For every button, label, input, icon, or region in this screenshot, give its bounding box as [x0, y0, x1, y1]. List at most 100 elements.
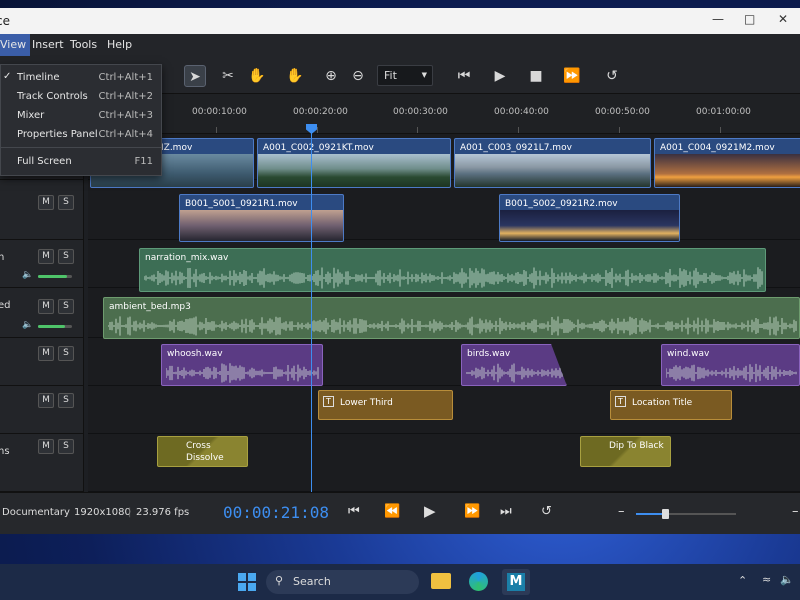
menu-item-timeline[interactable]: ✓ Timeline Ctrl+Alt+1: [1, 69, 161, 87]
menu-item-label: Track Controls: [17, 91, 88, 102]
menu-item-full-screen[interactable]: Full Screen F11: [1, 153, 161, 171]
maximize-icon[interactable]: □: [744, 12, 755, 26]
sfx-clip[interactable]: whoosh.wav: [161, 344, 323, 386]
ruler-tick: [216, 127, 217, 133]
taskbar: ⚲ Search M ⌃ ≈ 🔈: [0, 564, 800, 600]
video-clip[interactable]: A001_C003_0921L7.mov: [454, 138, 651, 188]
zoom-in-icon[interactable]: –: [792, 504, 799, 519]
menu-item-mixer[interactable]: Mixer Ctrl+Alt+3: [1, 107, 161, 125]
solo-button[interactable]: S: [58, 299, 74, 314]
playhead[interactable]: [311, 126, 312, 492]
play-icon[interactable]: ▶: [424, 502, 436, 520]
fast-forward-icon[interactable]: ⏩: [464, 504, 480, 519]
solo-button[interactable]: S: [58, 195, 74, 210]
menu-tools[interactable]: Tools: [70, 38, 97, 51]
volume-slider[interactable]: [38, 325, 72, 328]
clip-name: Location Title: [632, 398, 693, 408]
mute-button[interactable]: M: [38, 346, 54, 361]
clip-name: Lower Third: [340, 398, 393, 408]
select-tool-icon[interactable]: ➤: [184, 65, 206, 87]
menu-view[interactable]: View: [0, 34, 31, 56]
edge-browser-icon[interactable]: [469, 572, 488, 591]
track-header-sfx: M S: [0, 338, 84, 386]
next-edit-icon[interactable]: ⏭: [500, 504, 512, 519]
transition-clip[interactable]: Dip To Black: [580, 436, 671, 467]
stop-icon[interactable]: ■: [525, 65, 547, 87]
view-menu-dropdown: ✓ Timeline Ctrl+Alt+1 Track Controls Ctr…: [0, 64, 162, 176]
zoom-slider-thumb[interactable]: [662, 509, 669, 519]
mute-button[interactable]: M: [38, 299, 54, 314]
menu-divider: [1, 147, 161, 148]
file-explorer-icon[interactable]: [431, 573, 451, 589]
sfx-clip[interactable]: birds.wav: [461, 344, 567, 386]
grab-tool-icon[interactable]: ✋: [284, 65, 306, 87]
frame-rate: 23.976 fps: [136, 507, 190, 518]
go-to-start-icon[interactable]: ⏮: [453, 65, 475, 87]
zoom-select[interactable]: Fit ▼: [377, 65, 433, 86]
video-clip[interactable]: A001_C002_0921KT.mov: [257, 138, 451, 188]
mute-button[interactable]: M: [38, 393, 54, 408]
track-name: n: [0, 252, 5, 263]
title-clip[interactable]: T Location Title: [610, 390, 732, 420]
clip-name: ambient_bed.mp3: [109, 302, 191, 312]
menu-bar: View Insert Tools Help: [0, 34, 800, 56]
time-ruler[interactable]: 00:00:10:00 00:00:20:00 00:00:30:00 00:0…: [88, 94, 800, 134]
wifi-icon[interactable]: ≈: [762, 573, 771, 586]
clip-thumbnail: [180, 210, 343, 241]
transition-clip[interactable]: Cross Dissolve: [157, 436, 248, 467]
solo-button[interactable]: S: [58, 346, 74, 361]
project-name: Documentary: [2, 507, 70, 518]
loop-icon[interactable]: ↺: [601, 65, 623, 87]
menu-insert[interactable]: Insert: [32, 38, 64, 51]
minimize-icon[interactable]: —: [712, 12, 724, 26]
zoom-out-icon[interactable]: –: [618, 504, 625, 519]
mute-button[interactable]: M: [38, 249, 54, 264]
ruler-label: 00:00:40:00: [494, 107, 549, 117]
menu-help[interactable]: Help: [107, 38, 132, 51]
loop-icon[interactable]: ↺: [541, 504, 552, 519]
title-bar: ce — □ ✕: [0, 8, 800, 34]
menu-item-properties-panel[interactable]: Properties Panel Ctrl+Alt+4: [1, 126, 161, 144]
fast-forward-icon[interactable]: ⏩: [561, 65, 583, 87]
solo-button[interactable]: S: [58, 249, 74, 264]
title-clip[interactable]: T Lower Third: [318, 390, 453, 420]
track-headers: M S n M S 🔈 ed M S 🔈 M S M S ns M S: [0, 134, 84, 492]
menu-shortcut: Ctrl+Alt+3: [98, 110, 153, 121]
solo-button[interactable]: S: [58, 393, 74, 408]
ruler-label: 00:01:00:00: [696, 107, 751, 117]
sfx-clip[interactable]: wind.wav: [661, 344, 800, 386]
clip-thumbnail: [258, 154, 450, 187]
zoom-in-icon[interactable]: ⊕: [320, 65, 342, 87]
volume-slider[interactable]: [38, 275, 72, 278]
chevron-up-icon[interactable]: ⌃: [738, 574, 747, 587]
editor-app-taskbar-button[interactable]: M: [502, 569, 530, 595]
track-name: ns: [0, 446, 10, 457]
hand-tool-icon[interactable]: ✋: [246, 65, 268, 87]
audio-clip[interactable]: ambient_bed.mp3: [103, 297, 800, 339]
mute-button[interactable]: M: [38, 195, 54, 210]
zoom-slider[interactable]: [636, 509, 736, 519]
clip-name: narration_mix.wav: [145, 253, 229, 263]
previous-edit-icon[interactable]: ⏮: [348, 504, 360, 519]
play-icon[interactable]: ▶: [489, 65, 511, 87]
mute-button[interactable]: M: [38, 439, 54, 454]
ruler-tick: [720, 127, 721, 133]
video-clip[interactable]: B001_S001_0921R1.mov: [179, 194, 344, 242]
track-header-transitions: ns M S: [0, 434, 84, 492]
rewind-icon[interactable]: ⏪: [384, 504, 400, 519]
audio-clip[interactable]: narration_mix.wav: [139, 248, 766, 292]
close-icon[interactable]: ✕: [778, 12, 788, 26]
waveform: [108, 316, 797, 336]
menu-shortcut: F11: [134, 156, 153, 167]
solo-button[interactable]: S: [58, 439, 74, 454]
video-clip[interactable]: A001_C004_0921M2.mov: [654, 138, 800, 188]
menu-item-track-controls[interactable]: Track Controls Ctrl+Alt+2: [1, 88, 161, 106]
zoom-out-icon[interactable]: ⊖: [347, 65, 369, 87]
transport-bar: Documentary 1920x1080 | 23.976 fps 00:00…: [0, 492, 800, 534]
razor-tool-icon[interactable]: ✂: [217, 65, 239, 87]
editor-window: ce — □ ✕ View Insert Tools Help ➤ ✂ ✋ ✋ …: [0, 8, 800, 534]
video-clip[interactable]: B001_S002_0921R2.mov: [499, 194, 680, 242]
windows-start-icon[interactable]: [238, 573, 256, 591]
taskbar-search[interactable]: ⚲ Search: [266, 570, 419, 594]
speaker-icon[interactable]: 🔈: [780, 573, 794, 586]
